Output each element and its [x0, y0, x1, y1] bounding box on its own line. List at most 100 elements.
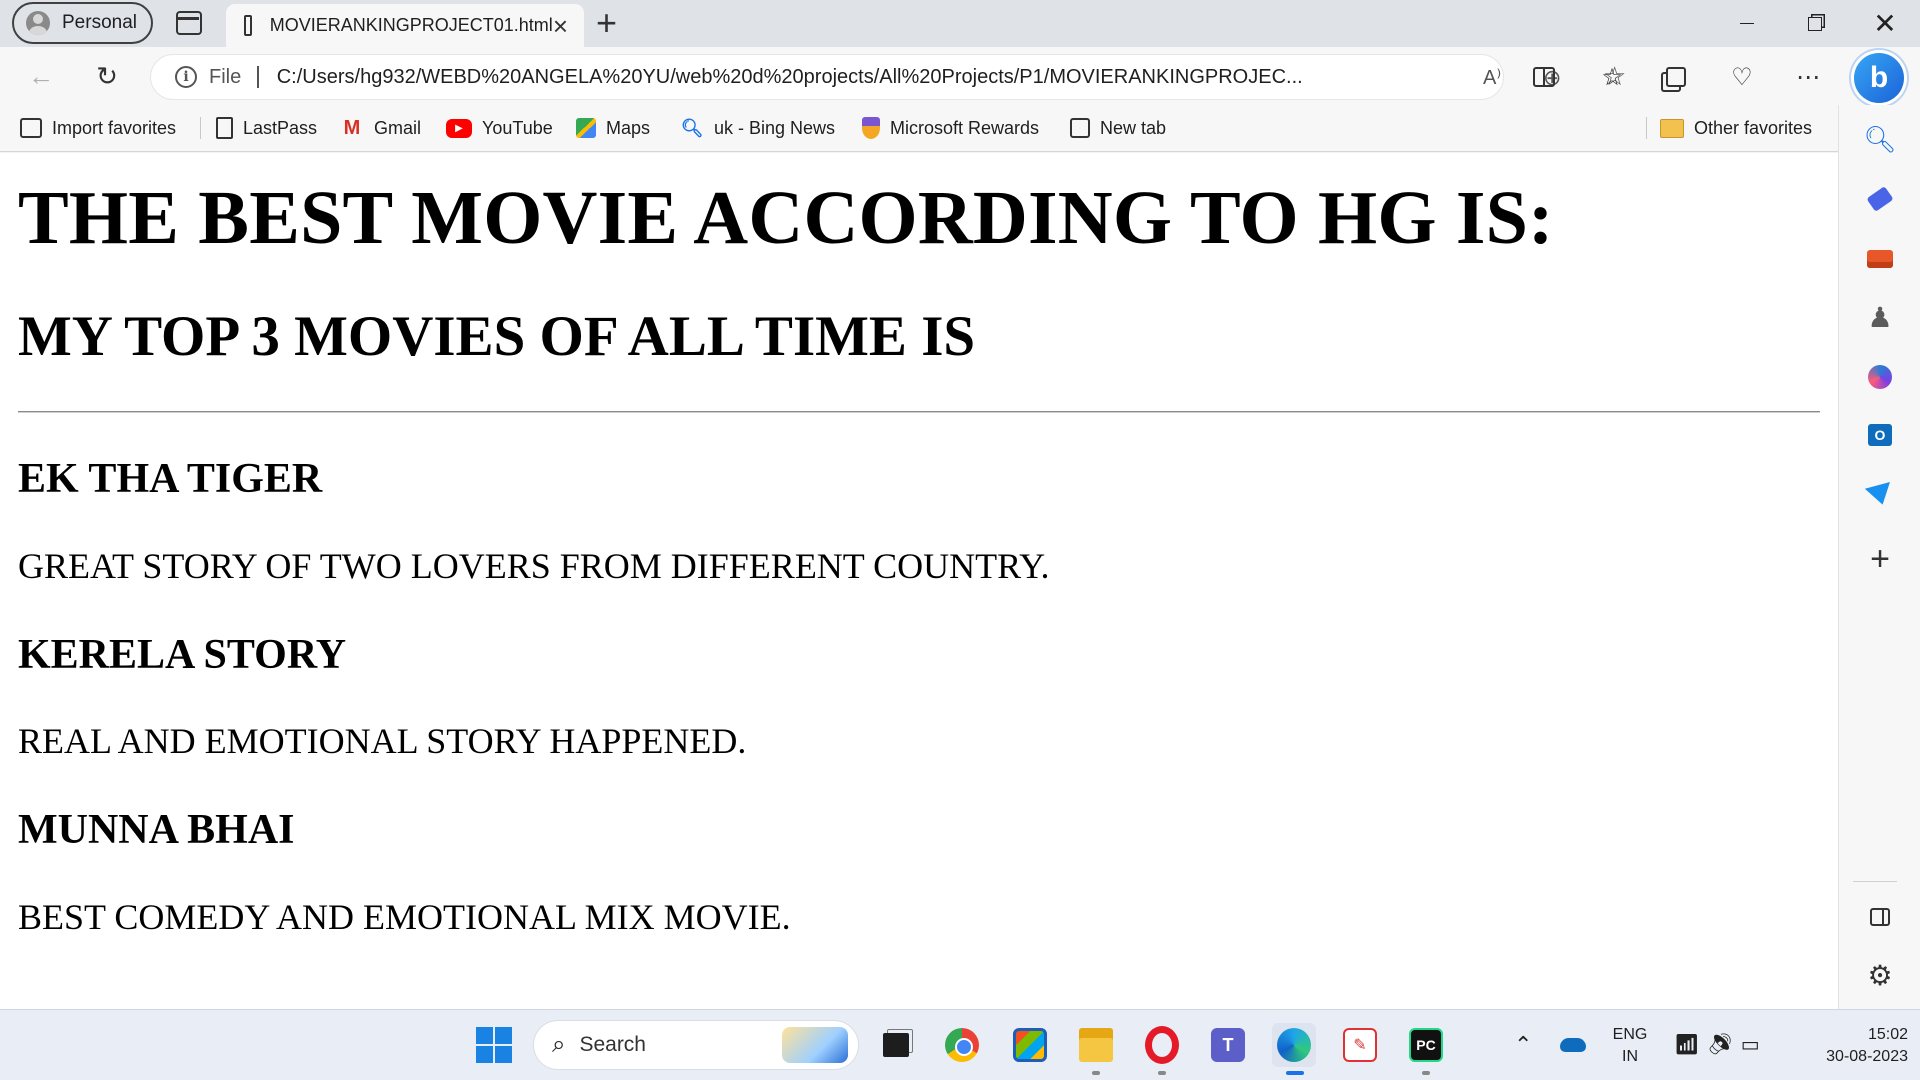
clock-date: 30-08-2023 [1826, 1048, 1908, 1065]
minimize-button[interactable] [1714, 0, 1780, 47]
split-screen-button[interactable] [1528, 61, 1560, 93]
sidebar-search-icon[interactable]: 🔍︎ [1864, 123, 1897, 155]
page-icon [216, 117, 233, 139]
edge-sidebar: 🔍︎ ♟ O + ⚙ [1838, 105, 1920, 1009]
sidebar-divider [1853, 881, 1897, 882]
favorites-bar: Import favorites LastPass M Gmail ▶ YouT… [0, 105, 1838, 152]
minimize-icon [1740, 22, 1754, 25]
bing-chat-button[interactable]: b [1854, 53, 1904, 103]
search-highlight-image [782, 1027, 848, 1063]
taskbar-pycharm[interactable]: PC [1404, 1023, 1448, 1075]
running-indicator [1158, 1071, 1166, 1075]
movie-description: GREAT STORY OF TWO LOVERS FROM DIFFERENT… [18, 546, 1050, 586]
favorites-divider [1646, 117, 1647, 139]
restore-icon [1808, 16, 1822, 31]
volume-icon: 🔊︎ [1707, 1034, 1741, 1056]
favorite-new-tab[interactable]: New tab [1070, 115, 1166, 141]
new-tab-icon [1070, 118, 1090, 138]
gmail-icon: M [343, 116, 361, 139]
navigation-bar: ← ↻ i File C:/Users/hg932/WEBD%20ANGELA%… [0, 47, 1920, 105]
system-clock[interactable]: 15:02 30-08-2023 [1788, 1024, 1908, 1068]
start-button[interactable] [476, 1027, 512, 1063]
favorite-maps[interactable]: Maps [576, 115, 650, 141]
network-volume-battery-icons[interactable]: 📶︎🔊︎▭ [1674, 1032, 1768, 1057]
sidebar-microsoft365-icon[interactable] [1864, 361, 1896, 393]
collections-button[interactable] [1660, 61, 1692, 93]
favorite-bing-news[interactable]: 🔍︎ uk - Bing News [680, 115, 835, 141]
sidebar-drop-icon[interactable] [1864, 479, 1896, 511]
profile-label: Personal [62, 12, 137, 33]
taskbar-opera[interactable] [1140, 1023, 1184, 1075]
split-screen-icon [1533, 67, 1555, 87]
favorite-lastpass[interactable]: LastPass [216, 115, 317, 141]
teams-icon: T [1211, 1028, 1245, 1062]
taskbar-chrome[interactable] [940, 1023, 984, 1067]
back-button[interactable]: ← [24, 59, 58, 93]
page-subheading: MY TOP 3 MOVIES OF ALL TIME IS [18, 305, 976, 368]
task-view-button[interactable] [874, 1023, 918, 1067]
youtube-icon: ▶ [446, 118, 472, 138]
taskbar-store[interactable] [1008, 1023, 1052, 1067]
address-url[interactable]: C:/Users/hg932/WEBD%20ANGELA%20YU/web%20… [277, 66, 1327, 89]
bing-search-icon: 🔍︎ [680, 117, 704, 138]
other-favorites-folder[interactable]: Other favorites [1660, 115, 1812, 141]
chrome-icon [945, 1028, 979, 1062]
sidebar-add-icon[interactable]: + [1864, 540, 1896, 578]
sidebar-settings-icon[interactable]: ⚙ [1864, 959, 1896, 991]
favorite-youtube[interactable]: ▶ YouTube [446, 115, 553, 141]
movie-title: KERELA STORY [18, 632, 347, 678]
search-icon: ⌕ [552, 1031, 566, 1058]
favorite-label: Maps [606, 117, 651, 138]
rewards-icon [862, 117, 880, 139]
favorite-label: Microsoft Rewards [890, 117, 1040, 138]
sidebar-outlook-icon[interactable]: O [1864, 419, 1896, 451]
onedrive-icon[interactable] [1560, 1038, 1586, 1052]
close-window-button[interactable]: ✕ [1852, 0, 1918, 47]
language-code: ENG [1612, 1026, 1648, 1043]
favorite-label: YouTube [482, 117, 553, 138]
page-content: THE BEST MOVIE ACCORDING TO HG IS: MY TO… [0, 153, 1838, 1009]
taskbar-edge[interactable] [1272, 1023, 1316, 1075]
profile-button[interactable]: Personal [12, 2, 153, 44]
restore-button[interactable] [1782, 0, 1848, 47]
new-tab-button[interactable]: + [596, 4, 617, 42]
sidebar-games-icon[interactable]: ♟ [1864, 301, 1896, 333]
movie-title: MUNNA BHAI [18, 807, 295, 853]
hide-sidebar-icon[interactable] [1864, 901, 1896, 933]
folder-icon [1660, 118, 1684, 138]
browser-essentials-button[interactable]: ♡ [1726, 61, 1758, 93]
read-aloud-icon[interactable]: A⁾ [1483, 65, 1501, 90]
movie-description: BEST COMEDY AND EMOTIONAL MIX MOVIE. [18, 897, 791, 937]
running-indicator [1422, 1071, 1430, 1075]
sidebar-shopping-icon[interactable] [1864, 183, 1896, 215]
favorites-button[interactable]: ☆ [1596, 61, 1628, 93]
movie-title: EK THA TIGER [18, 456, 323, 502]
favorite-microsoft-rewards[interactable]: Microsoft Rewards [862, 115, 1039, 141]
tab-actions-icon[interactable] [176, 11, 202, 35]
taskbar-search[interactable]: ⌕ Search [533, 1020, 859, 1070]
address-divider [257, 66, 259, 88]
movie-description: REAL AND EMOTIONAL STORY HAPPENED. [18, 721, 747, 761]
taskbar-file-explorer[interactable] [1074, 1023, 1118, 1075]
taskbar-teams[interactable]: T [1206, 1023, 1250, 1067]
info-icon[interactable]: i [175, 66, 197, 88]
tab-title: MOVIERANKINGPROJECT01.html [269, 15, 553, 35]
horizontal-rule [18, 411, 1820, 413]
language-indicator[interactable]: ENG IN [1608, 1024, 1652, 1068]
opera-icon [1145, 1026, 1179, 1064]
avatar [26, 11, 50, 35]
taskbar-notes-app[interactable]: ✎ [1338, 1023, 1382, 1067]
tab-close-button[interactable]: × [553, 13, 568, 39]
address-bar[interactable]: i File C:/Users/hg932/WEBD%20ANGELA%20YU… [150, 54, 1626, 100]
favorite-gmail[interactable]: M Gmail [340, 115, 421, 141]
tab-active[interactable]: MOVIERANKINGPROJECT01.html × [226, 4, 584, 47]
favorite-import-favorites[interactable]: Import favorites [20, 115, 176, 141]
show-hidden-icons-chevron-icon[interactable]: ⌃ [1514, 1032, 1532, 1058]
more-options-button[interactable]: ⋯ [1792, 61, 1824, 93]
favorite-label: New tab [1100, 117, 1167, 138]
sidebar-tools-icon[interactable] [1864, 243, 1896, 275]
refresh-button[interactable]: ↻ [90, 59, 124, 93]
address-scheme: File [209, 65, 242, 88]
region-code: IN [1622, 1048, 1638, 1065]
edge-icon [1277, 1028, 1311, 1062]
